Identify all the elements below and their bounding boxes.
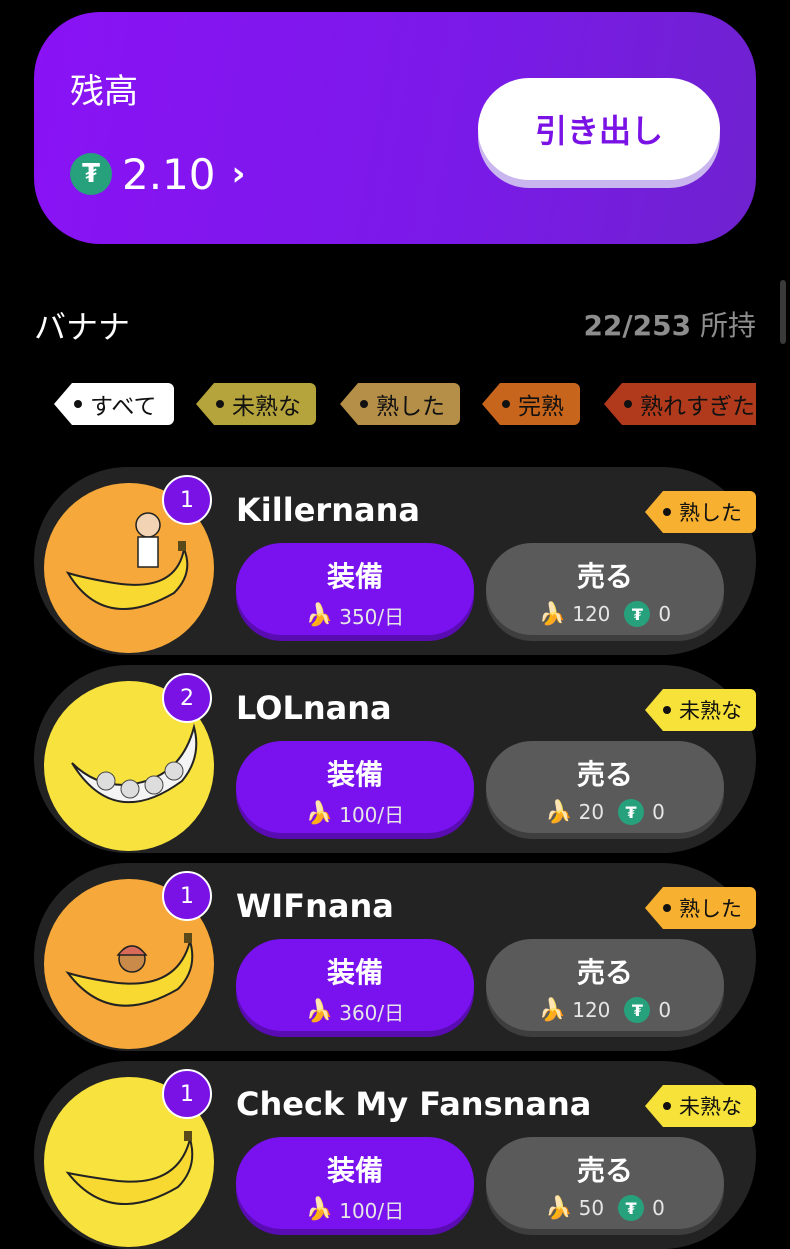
tether-icon: ₮ <box>618 799 645 825</box>
sell-price: 🍌 50 ₮ 0 <box>486 1195 724 1221</box>
balance-card: 残高 ₮ 2.10 › 引き出し <box>34 12 756 244</box>
filter-tag-label: 熟した <box>376 394 445 420</box>
chevron-right-icon: › <box>231 154 246 194</box>
quantity-badge: 1 <box>162 1069 212 1119</box>
tether-icon: ₮ <box>618 1195 645 1221</box>
tether-icon: ₮ <box>70 153 112 195</box>
grade-tag: 熟した <box>645 491 756 533</box>
sell-button[interactable]: 売る 🍌 120 ₮ 0 <box>486 939 724 1031</box>
filter-tags: すべて 未熟な 熟した 完熟 熟れすぎた <box>54 383 756 429</box>
banana-icon: 🍌 <box>305 1197 334 1222</box>
quantity-badge: 2 <box>162 673 212 723</box>
sell-label: 売る <box>576 560 633 593</box>
banana-card[interactable]: 2 LOLnana 未熟な 装備 🍌 100/日 売る 🍌 20 ₮ 0 <box>34 665 756 853</box>
section-title: バナナ <box>34 308 131 346</box>
banana-icon: 🍌 <box>305 999 334 1024</box>
equip-button[interactable]: 装備 🍌 100/日 <box>236 741 474 833</box>
owned-count-value: 22/253 <box>583 309 692 342</box>
grade-label: 熟した <box>679 501 742 525</box>
sell-tether-value: 0 <box>652 800 665 824</box>
grade-label: 未熟な <box>679 1095 742 1119</box>
filter-tag-label: すべて <box>90 394 157 420</box>
grade-label: 熟した <box>679 897 742 921</box>
banana-name: Killernana <box>236 491 420 529</box>
sell-banana-value: 20 <box>578 800 605 824</box>
filter-tag-fully-ripe[interactable]: 完熟 <box>482 383 580 425</box>
banana-card[interactable]: 1 Killernana 熟した 装備 🍌 350/日 売る 🍌 120 ₮ 0 <box>34 467 756 655</box>
tag-dot-icon <box>502 400 510 408</box>
tag-dot-icon <box>74 400 82 408</box>
grade-label: 未熟な <box>679 699 742 723</box>
tag-dot-icon <box>663 706 671 714</box>
owned-count: 22/253 所持 <box>583 304 756 344</box>
balance-label: 残高 <box>70 72 138 112</box>
tag-dot-icon <box>624 400 632 408</box>
equip-label: 装備 <box>326 758 383 791</box>
sell-label: 売る <box>576 956 633 989</box>
filter-tag-unripe[interactable]: 未熟な <box>196 383 316 425</box>
equip-rate-value: 100/日 <box>339 803 405 827</box>
sell-label: 売る <box>576 758 633 791</box>
balance-value: 2.10 <box>122 149 216 199</box>
sell-button[interactable]: 売る 🍌 120 ₮ 0 <box>486 543 724 635</box>
banana-icon: 🍌 <box>545 1195 573 1221</box>
sell-label: 売る <box>576 1154 633 1187</box>
equip-rate-value: 360/日 <box>339 1001 405 1025</box>
tag-dot-icon <box>663 904 671 912</box>
equip-label: 装備 <box>326 956 383 989</box>
sell-tether-value: 0 <box>658 602 672 626</box>
quantity-badge: 1 <box>162 475 212 525</box>
tag-dot-icon <box>663 1102 671 1110</box>
equip-rate-value: 100/日 <box>339 1199 405 1223</box>
banana-icon: 🍌 <box>538 997 567 1023</box>
sell-button[interactable]: 売る 🍌 50 ₮ 0 <box>486 1137 724 1229</box>
sell-banana-value: 120 <box>572 602 611 626</box>
tag-dot-icon <box>360 400 368 408</box>
equip-button[interactable]: 装備 🍌 360/日 <box>236 939 474 1031</box>
banana-name: Check My Fansnana <box>236 1085 592 1123</box>
sell-tether-value: 0 <box>658 998 672 1022</box>
equip-rate: 🍌 360/日 <box>236 997 474 1026</box>
filter-tag-overripe[interactable]: 熟れすぎた <box>604 383 756 425</box>
equip-label: 装備 <box>326 1154 383 1187</box>
filter-tag-label: 完熟 <box>518 394 564 420</box>
sell-price: 🍌 120 ₮ 0 <box>486 601 724 627</box>
banana-icon: 🍌 <box>538 601 567 627</box>
equip-rate: 🍌 100/日 <box>236 799 474 828</box>
filter-tag-label: 未熟な <box>232 394 301 420</box>
equip-rate-value: 350/日 <box>339 605 405 629</box>
withdraw-button[interactable]: 引き出し <box>478 78 720 180</box>
banana-name: WIFnana <box>236 887 394 925</box>
grade-tag: 熟した <box>645 887 756 929</box>
sell-price: 🍌 120 ₮ 0 <box>486 997 724 1023</box>
owned-count-suffix: 所持 <box>699 309 756 342</box>
equip-button[interactable]: 装備 🍌 350/日 <box>236 543 474 635</box>
scrollbar[interactable] <box>780 280 786 344</box>
filter-tag-all[interactable]: すべて <box>54 383 174 425</box>
sell-price: 🍌 20 ₮ 0 <box>486 799 724 825</box>
sell-button[interactable]: 売る 🍌 20 ₮ 0 <box>486 741 724 833</box>
banana-icon: 🍌 <box>305 801 334 826</box>
tether-icon: ₮ <box>624 601 651 627</box>
equip-label: 装備 <box>326 560 383 593</box>
equip-rate: 🍌 100/日 <box>236 1195 474 1224</box>
filter-tag-ripe[interactable]: 熟した <box>340 383 460 425</box>
filter-tag-label: 熟れすぎた <box>640 394 755 420</box>
quantity-badge: 1 <box>162 871 212 921</box>
equip-rate: 🍌 350/日 <box>236 601 474 630</box>
grade-tag: 未熟な <box>645 1085 756 1127</box>
banana-card[interactable]: 1 WIFnana 熟した 装備 🍌 360/日 売る 🍌 120 ₮ 0 <box>34 863 756 1051</box>
tag-dot-icon <box>216 400 224 408</box>
grade-tag: 未熟な <box>645 689 756 731</box>
banana-icon: 🍌 <box>305 603 334 628</box>
sell-banana-value: 120 <box>572 998 611 1022</box>
banana-icon: 🍌 <box>545 799 573 825</box>
balance-amount-link[interactable]: ₮ 2.10 › <box>70 144 246 204</box>
tag-dot-icon <box>663 508 671 516</box>
tether-icon: ₮ <box>624 997 651 1023</box>
equip-button[interactable]: 装備 🍌 100/日 <box>236 1137 474 1229</box>
banana-card[interactable]: 1 Check My Fansnana 未熟な 装備 🍌 100/日 売る 🍌 … <box>34 1061 756 1249</box>
banana-name: LOLnana <box>236 689 392 727</box>
